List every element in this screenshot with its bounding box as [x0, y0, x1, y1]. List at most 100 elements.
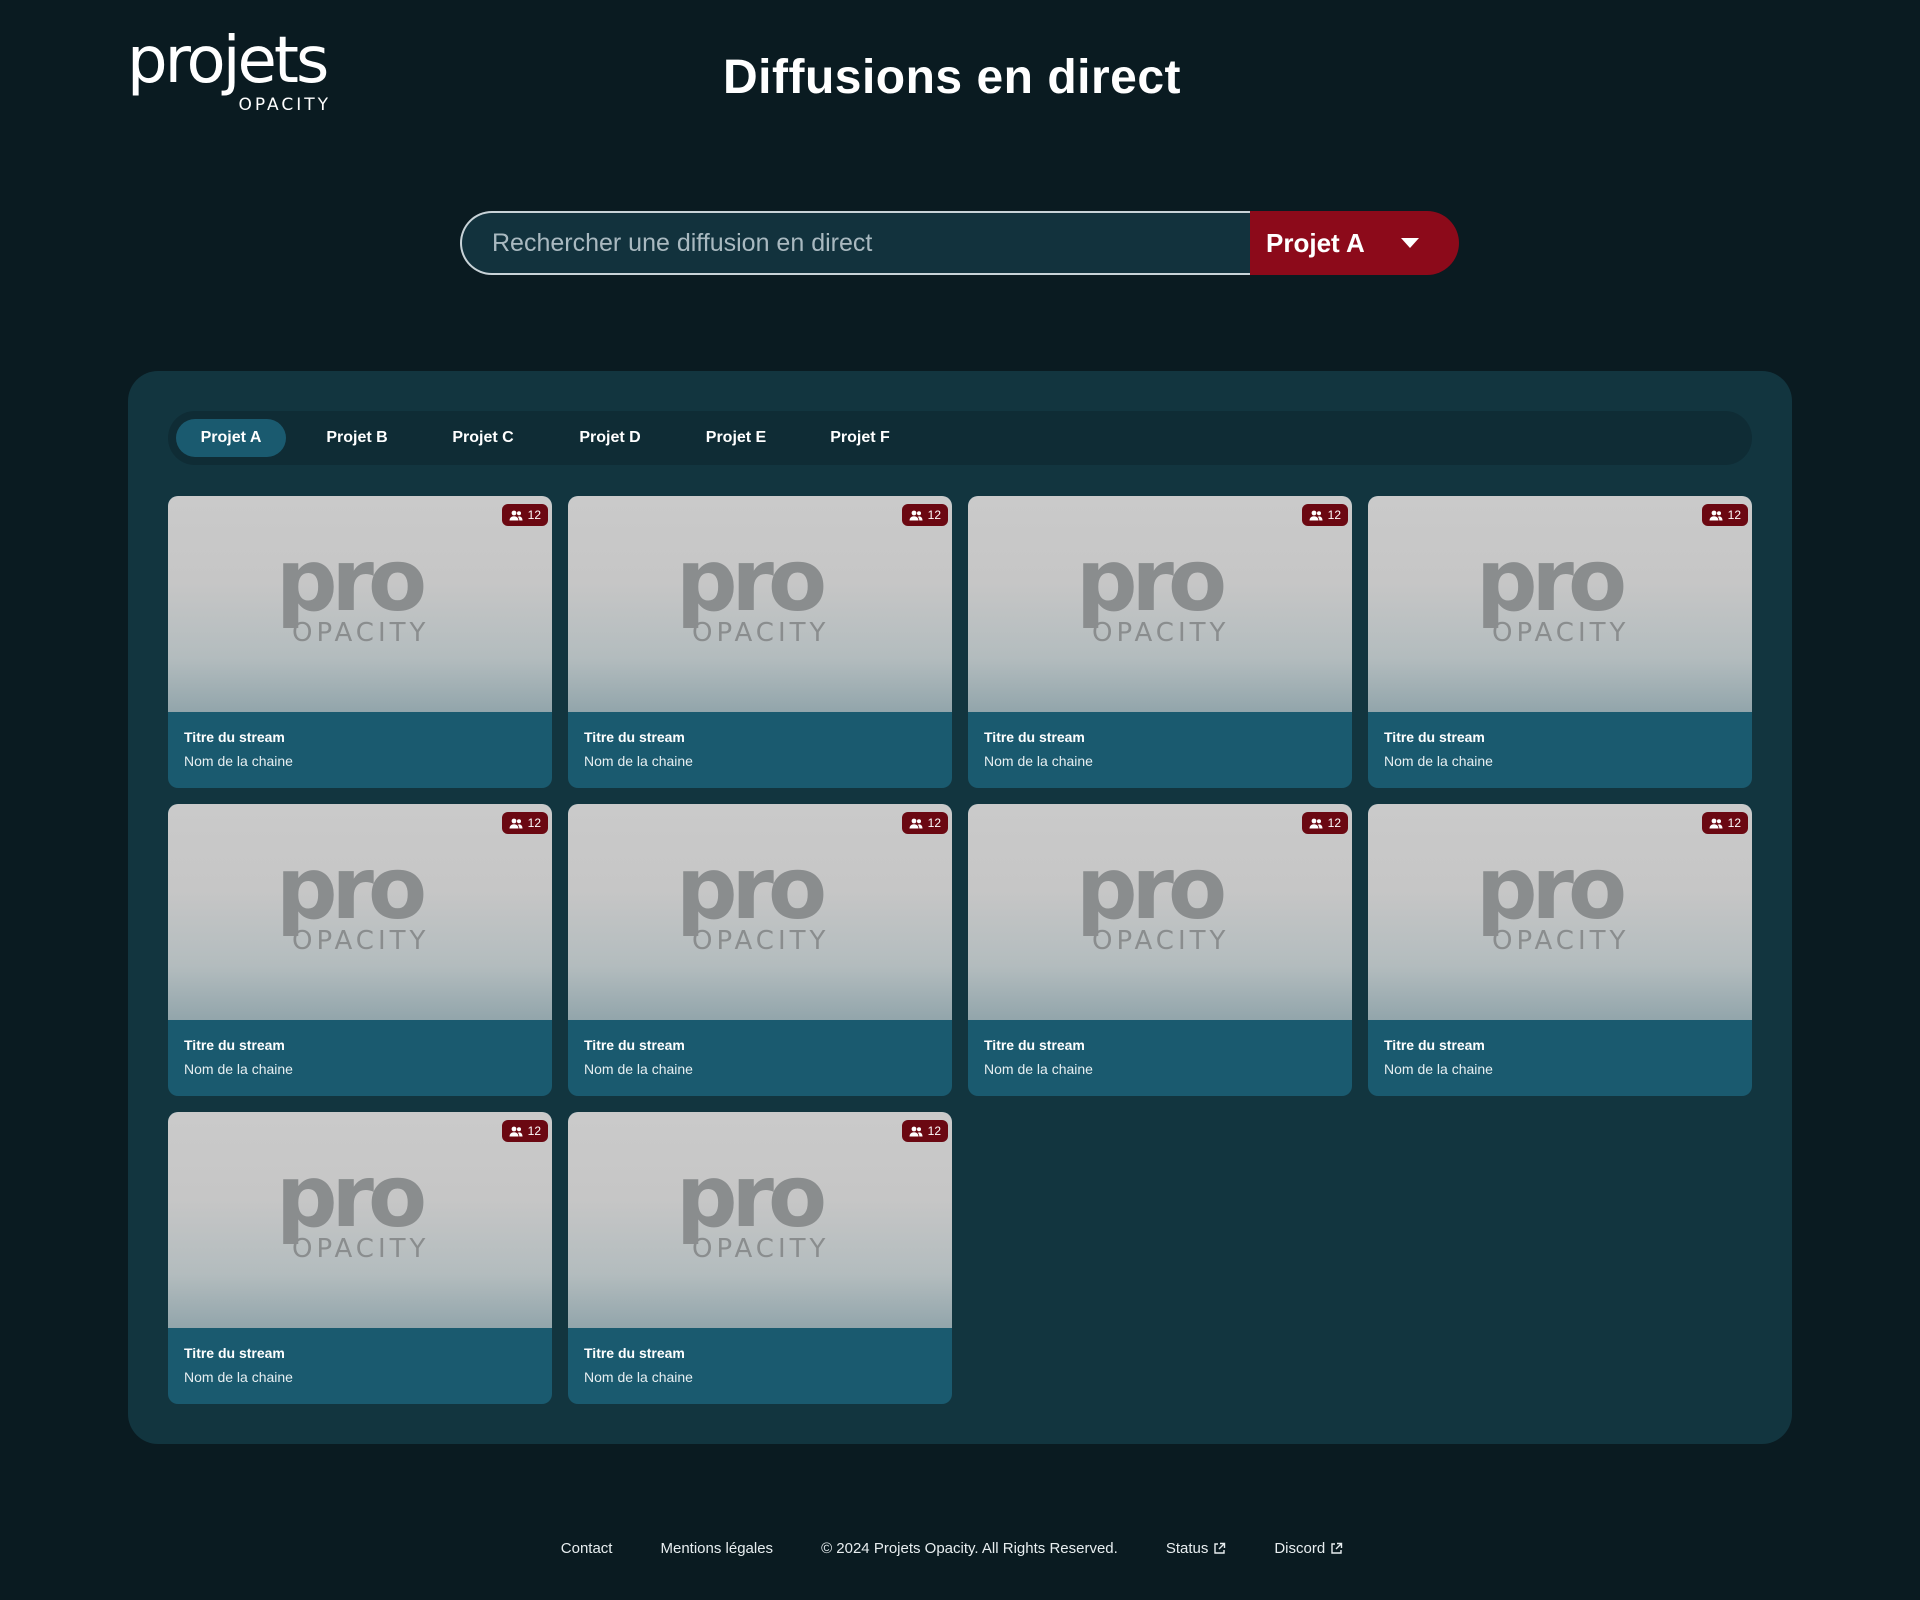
stream-title: Titre du stream — [584, 1345, 685, 1361]
stream-info: Titre du stream Nom de la chaine — [584, 1036, 936, 1078]
stream-info: Titre du stream Nom de la chaine — [184, 1036, 536, 1078]
viewer-count-badge: 12 — [1701, 812, 1748, 834]
placeholder-logo-word: pro — [676, 839, 827, 939]
viewer-count-badge: 12 — [1301, 812, 1348, 834]
viewer-count: 12 — [1327, 816, 1341, 830]
placeholder-logo-sub: OPACITY — [692, 926, 830, 956]
placeholder-logo: pro OPACITY — [676, 538, 846, 648]
stream-info: Titre du stream Nom de la chaine — [1384, 728, 1736, 770]
stream-info: Titre du stream Nom de la chaine — [584, 728, 936, 770]
viewer-count: 12 — [527, 816, 541, 830]
streams-panel: Projet A Projet B Projet C Projet D Proj… — [128, 371, 1792, 1444]
footer-legal-link[interactable]: Mentions légales — [660, 1540, 773, 1557]
stream-card[interactable]: pro OPACITY 12 Titre du stream Nom de la cha… — [568, 1112, 952, 1404]
placeholder-logo-sub: OPACITY — [692, 618, 830, 648]
stream-card[interactable]: pro OPACITY 12 Titre du stream Nom de la cha… — [168, 496, 552, 788]
stream-thumbnail: pro OPACITY 12 — [1368, 496, 1752, 712]
stream-title: Titre du stream — [184, 729, 285, 745]
stream-thumbnail: pro OPACITY 12 — [168, 1112, 552, 1328]
stream-info: Titre du stream Nom de la chaine — [184, 728, 536, 770]
tab-projet-d[interactable]: Projet D — [555, 419, 665, 457]
stream-thumbnail: pro OPACITY 12 — [168, 496, 552, 712]
stream-info: Titre du stream Nom de la chaine — [1384, 1036, 1736, 1078]
channel-name: Nom de la chaine — [184, 1369, 293, 1385]
viewer-count-badge: 12 — [901, 1120, 948, 1142]
stream-card[interactable]: pro OPACITY 12 Titre du stream Nom de la cha… — [568, 496, 952, 788]
project-select-dropdown[interactable]: Projet A — [1250, 211, 1459, 275]
users-icon — [909, 510, 923, 520]
users-icon — [909, 818, 923, 828]
users-icon — [1309, 510, 1323, 520]
stream-info: Titre du stream Nom de la chaine — [984, 1036, 1336, 1078]
placeholder-logo-word: pro — [1076, 531, 1227, 631]
placeholder-logo: pro OPACITY — [1476, 538, 1646, 648]
stream-card[interactable]: pro OPACITY 12 Titre du stream Nom de la cha… — [968, 804, 1352, 1096]
viewer-count-badge: 12 — [1301, 504, 1348, 526]
placeholder-logo-word: pro — [676, 531, 827, 631]
channel-name: Nom de la chaine — [984, 753, 1093, 769]
tab-projet-b[interactable]: Projet B — [302, 419, 412, 457]
placeholder-logo-word: pro — [276, 1147, 427, 1247]
users-icon — [509, 510, 523, 520]
viewer-count: 12 — [927, 1124, 941, 1138]
stream-card[interactable]: pro OPACITY 12 Titre du stream Nom de la cha… — [968, 496, 1352, 788]
stream-thumbnail: pro OPACITY 12 — [1368, 804, 1752, 1020]
placeholder-logo: pro OPACITY — [1476, 846, 1646, 956]
stream-thumbnail: pro OPACITY 12 — [168, 804, 552, 1020]
stream-card[interactable]: pro OPACITY 12 Titre du stream Nom de la cha… — [1368, 496, 1752, 788]
users-icon — [1709, 818, 1723, 828]
stream-thumbnail: pro OPACITY 12 — [568, 1112, 952, 1328]
page-title: Diffusions en direct — [722, 51, 1182, 104]
stream-thumbnail: pro OPACITY 12 — [568, 496, 952, 712]
users-icon — [509, 818, 523, 828]
search-input[interactable] — [460, 211, 1250, 275]
stream-title: Titre du stream — [584, 1037, 685, 1053]
placeholder-logo: pro OPACITY — [1076, 846, 1246, 956]
stream-thumbnail: pro OPACITY 12 — [968, 804, 1352, 1020]
placeholder-logo-sub: OPACITY — [1492, 618, 1630, 648]
project-tabs: Projet A Projet B Projet C Projet D Proj… — [168, 411, 1752, 465]
stream-title: Titre du stream — [1384, 1037, 1485, 1053]
channel-name: Nom de la chaine — [184, 753, 293, 769]
channel-name: Nom de la chaine — [584, 753, 693, 769]
placeholder-logo: pro OPACITY — [676, 1154, 846, 1264]
placeholder-logo: pro OPACITY — [676, 846, 846, 956]
placeholder-logo-word: pro — [276, 531, 427, 631]
footer-status-label: Status — [1165, 1540, 1209, 1557]
footer-status-link[interactable]: Status — [1166, 1540, 1227, 1557]
stream-card[interactable]: pro OPACITY 12 Titre du stream Nom de la cha… — [168, 1112, 552, 1404]
external-link-icon — [1214, 1542, 1226, 1554]
viewer-count: 12 — [1727, 816, 1741, 830]
placeholder-logo-sub: OPACITY — [292, 618, 430, 648]
footer-contact-link[interactable]: Contact — [561, 1540, 613, 1557]
channel-name: Nom de la chaine — [984, 1061, 1093, 1077]
users-icon — [909, 1126, 923, 1136]
stream-title: Titre du stream — [184, 1037, 285, 1053]
placeholder-logo-sub: OPACITY — [1492, 926, 1630, 956]
viewer-count-badge: 12 — [901, 812, 948, 834]
footer-discord-link[interactable]: Discord — [1274, 1540, 1343, 1557]
project-select-label: Projet A — [1266, 227, 1365, 258]
stream-card[interactable]: pro OPACITY 12 Titre du stream Nom de la cha… — [568, 804, 952, 1096]
placeholder-logo-word: pro — [276, 839, 427, 939]
channel-name: Nom de la chaine — [584, 1061, 693, 1077]
placeholder-logo-sub: OPACITY — [692, 1234, 830, 1264]
viewer-count-badge: 12 — [501, 1120, 548, 1142]
tab-projet-a[interactable]: Projet A — [176, 419, 286, 457]
tab-projet-e[interactable]: Projet E — [681, 419, 791, 457]
stream-title: Titre du stream — [1384, 729, 1485, 745]
placeholder-logo-word: pro — [1076, 839, 1227, 939]
stream-card[interactable]: pro OPACITY 12 Titre du stream Nom de la cha… — [168, 804, 552, 1096]
tab-projet-f[interactable]: Projet F — [805, 419, 915, 457]
stream-title: Titre du stream — [584, 729, 685, 745]
stream-card[interactable]: pro OPACITY 12 Titre du stream Nom de la cha… — [1368, 804, 1752, 1096]
users-icon — [1309, 818, 1323, 828]
tab-projet-c[interactable]: Projet C — [428, 419, 538, 457]
channel-name: Nom de la chaine — [584, 1369, 693, 1385]
stream-info: Titre du stream Nom de la chaine — [584, 1344, 936, 1386]
stream-title: Titre du stream — [984, 1037, 1085, 1053]
footer-discord-label: Discord — [1274, 1540, 1326, 1557]
stream-thumbnail: pro OPACITY 12 — [568, 804, 952, 1020]
placeholder-logo-word: pro — [1476, 531, 1627, 631]
placeholder-logo: pro OPACITY — [276, 846, 446, 956]
